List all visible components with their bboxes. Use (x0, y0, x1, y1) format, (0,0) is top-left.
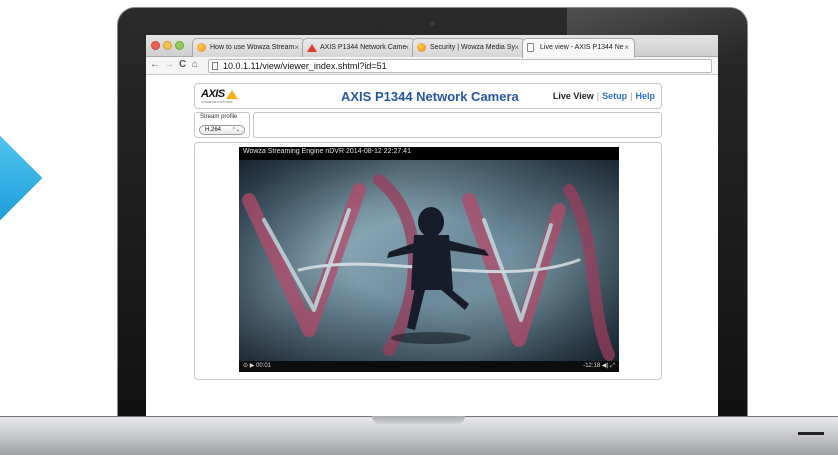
address-bar[interactable]: 10.0.1.11/view/viewer_index.shtml?id=51 (208, 59, 712, 73)
tab-label: Live view - AXIS P1344 Ne (540, 44, 624, 51)
video-controls-right: -12:18 ◀) ⤢ (583, 361, 615, 372)
tab-close-icon[interactable]: × (624, 39, 629, 56)
axis-logo-triangle-icon (226, 90, 238, 99)
video-panel: Wowza Streaming Engine nDVR 2014-08-12 2… (194, 142, 662, 380)
wowza-icon (197, 43, 206, 52)
volume-fullscreen-icons[interactable]: ◀) ⤢ (602, 363, 615, 369)
reload-icon[interactable]: C (179, 59, 186, 70)
webcam-dot (430, 21, 435, 26)
decorative-arrow (0, 135, 43, 221)
stream-profile-box: Stream profile H.264 ⌃⌄ (194, 112, 250, 138)
page-icon (212, 62, 218, 70)
tab-label: How to use Wowza Stream (210, 44, 295, 51)
browser-tab-2[interactable]: AXIS P1344 Network Came × (302, 38, 415, 57)
tab-close-icon[interactable]: × (514, 39, 519, 56)
home-icon[interactable]: ⌂ (192, 59, 198, 70)
select-arrows-icon: ⌃⌄ (231, 127, 240, 133)
url-text: 10.0.1.11/view/viewer_index.shtml?id=51 (223, 61, 387, 71)
browser-tab-bar: How to use Wowza Stream × AXIS P1344 Net… (146, 35, 718, 58)
nav-separator: | (630, 91, 633, 101)
tab-close-icon[interactable]: × (294, 39, 299, 56)
remaining-time: -12:18 (583, 363, 601, 369)
toolbar-panel (253, 112, 662, 138)
nav-separator: | (596, 91, 600, 101)
window-close-button[interactable] (151, 41, 160, 50)
browser-tab-3[interactable]: Security | Wowza Media Sy × (412, 38, 525, 57)
video-frame (239, 160, 619, 361)
video-controls-left: ⊝ ▶ 00:01 (243, 361, 271, 372)
graffiti-wall-image (242, 174, 615, 361)
tab-label: AXIS P1344 Network Came (320, 44, 407, 51)
video-player[interactable]: Wowza Streaming Engine nDVR 2014-08-12 2… (239, 147, 619, 372)
nav-help[interactable]: Help (635, 91, 655, 101)
laptop-edge-mark (798, 432, 824, 435)
stream-profile-select[interactable]: H.264 ⌃⌄ (199, 125, 245, 135)
browser-tab-1[interactable]: How to use Wowza Stream × (192, 38, 305, 57)
wowza-icon (417, 43, 426, 52)
stream-profile-value: H.264 (205, 127, 222, 133)
axis-icon (307, 44, 317, 52)
tab-label: Security | Wowza Media Sy (430, 44, 515, 51)
elapsed-time: 00:01 (256, 363, 272, 369)
axis-nav: Live View | Setup | Help (553, 91, 655, 101)
axis-page: AXIS COMMUNICATIONS AXIS P1344 Network C… (146, 75, 718, 419)
video-controls: ⊝ ▶ 00:01 -12:18 ◀) ⤢ (239, 361, 619, 372)
nav-live-view[interactable]: Live View (553, 91, 594, 101)
nav-setup[interactable]: Setup (602, 91, 627, 101)
tab-close-icon[interactable]: × (404, 39, 409, 56)
axis-logo-subtitle: COMMUNICATIONS (201, 100, 233, 104)
window-zoom-button[interactable] (175, 41, 184, 50)
stream-profile-label: Stream profile (200, 114, 238, 120)
back-icon[interactable]: ← (150, 59, 160, 70)
forward-icon[interactable]: → (164, 59, 174, 70)
loop-icon[interactable]: ⊝ (243, 363, 248, 369)
axis-header: AXIS COMMUNICATIONS AXIS P1344 Network C… (194, 83, 662, 109)
play-icon[interactable]: ▶ (250, 363, 255, 369)
laptop-screen: How to use Wowza Stream × AXIS P1344 Net… (146, 35, 718, 419)
page-title: AXIS P1344 Network Camera (341, 89, 519, 104)
video-overlay-text: Wowza Streaming Engine nDVR 2014-08-12 2… (243, 148, 411, 155)
page-icon (527, 43, 534, 52)
laptop-base-notch (372, 416, 465, 424)
browser-toolbar: ← → C ⌂ 10.0.1.11/view/viewer_index.shtm… (146, 57, 718, 75)
browser-tab-4[interactable]: Live view - AXIS P1344 Ne × (522, 38, 635, 58)
window-minimize-button[interactable] (163, 41, 172, 50)
axis-logo: AXIS (201, 88, 225, 100)
